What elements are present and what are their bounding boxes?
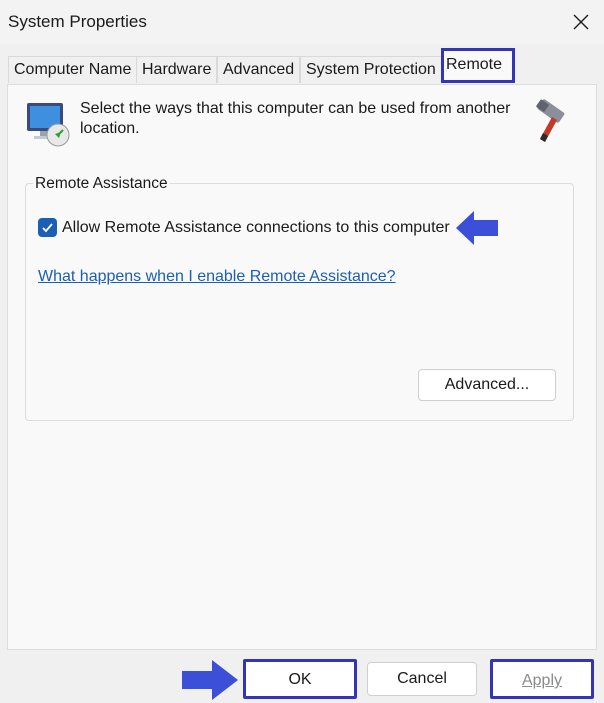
tab-remote[interactable]: Remote xyxy=(441,48,515,83)
tab-strip: Computer Name Hardware Advanced System P… xyxy=(8,47,598,85)
tab-hardware[interactable]: Hardware xyxy=(136,56,218,83)
hammer-icon xyxy=(536,99,565,142)
remote-assistance-group-title: Remote Assistance xyxy=(33,175,170,193)
allow-remote-assistance-label: Allow Remote Assistance connections to t… xyxy=(62,218,450,236)
remote-assistance-help-link[interactable]: What happens when I enable Remote Assist… xyxy=(38,268,396,286)
window-title: System Properties xyxy=(8,12,147,31)
annotation-arrow-icon xyxy=(182,660,238,700)
remote-tab-panel: Select the ways that this computer can b… xyxy=(7,84,597,650)
advanced-button[interactable]: Advanced... xyxy=(418,369,556,401)
apply-button[interactable]: Apply xyxy=(490,659,594,699)
title-bar: System Properties xyxy=(0,0,604,44)
annotation-arrow-icon xyxy=(456,211,498,245)
ok-button[interactable]: OK xyxy=(243,659,357,699)
tab-computer-name[interactable]: Computer Name xyxy=(8,56,138,83)
close-button[interactable] xyxy=(558,0,604,44)
close-icon xyxy=(573,14,589,30)
cancel-button[interactable]: Cancel xyxy=(367,662,477,696)
remote-desktop-icon xyxy=(27,103,70,147)
intro-text: Select the ways that this computer can b… xyxy=(80,100,511,137)
tab-system-protection[interactable]: System Protection xyxy=(300,56,442,83)
tab-advanced[interactable]: Advanced xyxy=(217,56,301,83)
checkmark-icon xyxy=(42,223,53,233)
allow-remote-assistance-checkbox[interactable]: Allow Remote Assistance connections to t… xyxy=(38,218,450,237)
apply-button-label: Apply xyxy=(521,672,563,689)
checkbox-checked[interactable] xyxy=(38,218,57,237)
